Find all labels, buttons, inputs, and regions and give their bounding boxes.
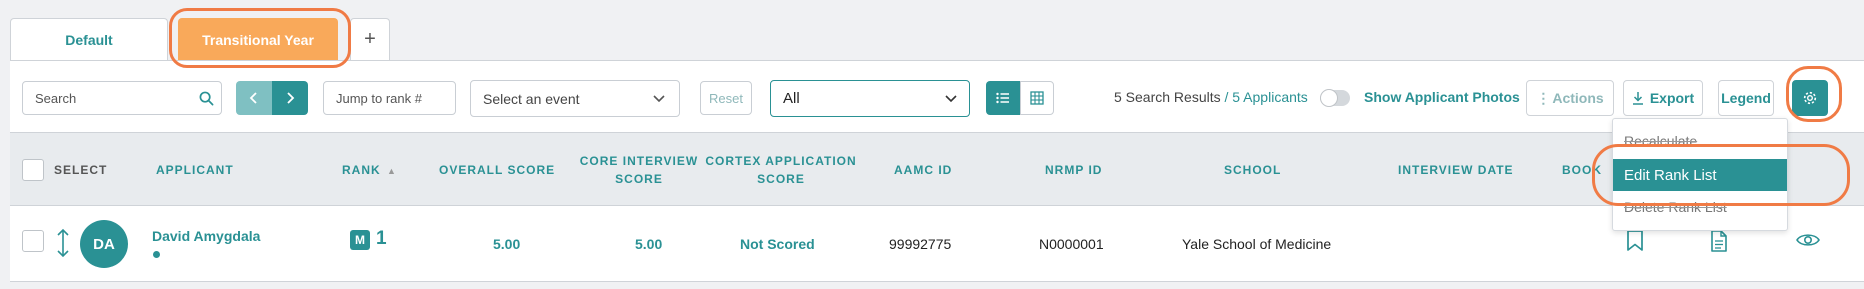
search-placeholder: Search <box>35 90 77 106</box>
select-all-checkbox[interactable] <box>22 159 44 181</box>
export-label: Export <box>1649 90 1695 106</box>
event-select[interactable]: Select an event <box>470 80 680 117</box>
previous-button[interactable] <box>236 81 272 115</box>
jump-to-rank-input[interactable]: Jump to rank # <box>323 81 456 115</box>
header-rank-label: RANK <box>342 163 381 177</box>
toolbar: Search Jump to rank # Select an event Re… <box>10 60 1864 132</box>
document-icon[interactable] <box>1710 230 1728 252</box>
reset-label: Reset <box>709 90 743 106</box>
applicant-name-link[interactable]: David Amygdala <box>152 228 260 244</box>
event-select-value: Select an event <box>483 90 580 107</box>
header-core-line2: SCORE <box>615 172 663 186</box>
chevron-down-icon <box>945 94 957 102</box>
gear-icon <box>1803 91 1817 105</box>
overall-score-value: 5.00 <box>493 236 521 252</box>
settings-button[interactable] <box>1792 80 1828 116</box>
show-photos-label[interactable]: Show Applicant Photos <box>1364 89 1520 105</box>
filter-select-value: All <box>783 90 800 107</box>
reset-button[interactable]: Reset <box>700 81 752 115</box>
drag-handle-icon[interactable] <box>56 228 70 258</box>
rank-value: 1 <box>376 228 387 249</box>
chevron-left-icon <box>249 92 257 104</box>
actions-button[interactable]: ⋮ Actions <box>1526 80 1614 116</box>
toggle-knob <box>1320 89 1338 107</box>
header-rank[interactable]: RANK ▲ <box>342 161 397 180</box>
header-book: BOOK <box>1562 163 1602 177</box>
tab-bar: Default Transitional Year + <box>0 0 1864 62</box>
header-core-interview-score: CORE INTERVIEW SCORE <box>570 152 708 188</box>
rank-match-badge: M <box>350 230 370 250</box>
menu-item-edit-rank-list[interactable]: Edit Rank List <box>1613 159 1787 191</box>
header-cortex-application-score: CORTEX APPLICATION SCORE <box>696 152 866 188</box>
header-overall-score: OVERALL SCORE <box>439 163 556 177</box>
settings-dropdown-menu: Recalculate Edit Rank List Delete Rank L… <box>1612 118 1788 231</box>
sort-asc-icon: ▲ <box>387 166 397 176</box>
search-icon[interactable] <box>191 91 221 106</box>
next-button[interactable] <box>272 81 308 115</box>
table-header: SELECT APPLICANT RANK ▲ OVERALL SCORE CO… <box>10 132 1864 206</box>
chevron-down-icon <box>653 94 665 102</box>
list-icon <box>996 92 1009 104</box>
bookmark-icon[interactable] <box>1626 230 1644 252</box>
header-aamc-id: AAMC ID <box>894 163 953 177</box>
results-text: 5 Search Results <box>1114 89 1221 105</box>
legend-button[interactable]: Legend <box>1718 80 1774 116</box>
header-core-line1: CORE INTERVIEW <box>579 154 699 168</box>
export-button[interactable]: Export <box>1623 80 1703 116</box>
tab-default[interactable]: Default <box>10 18 168 60</box>
header-applicant: APPLICANT <box>156 163 234 177</box>
applicants-count: / 5 Applicants <box>1220 89 1308 105</box>
chevron-right-icon <box>287 92 295 104</box>
search-input[interactable]: Search <box>22 81 222 115</box>
header-select: SELECT <box>54 163 108 177</box>
jump-to-rank-placeholder: Jump to rank # <box>336 90 422 106</box>
download-icon <box>1632 92 1643 105</box>
show-photos-toggle[interactable] <box>1320 89 1350 107</box>
school-value: Yale School of Medicine <box>1182 236 1332 252</box>
header-cortex-line1: CORTEX APPLICATION <box>705 154 857 168</box>
menu-item-recalculate[interactable]: Recalculate <box>1613 125 1787 157</box>
grid-view-button[interactable] <box>1020 81 1054 115</box>
vertical-dots-icon: ⋮ <box>1536 89 1551 106</box>
core-interview-score-value: 5.00 <box>635 236 663 252</box>
actions-label: Actions <box>1552 90 1604 106</box>
list-view-button[interactable] <box>986 81 1020 115</box>
grid-icon <box>1030 91 1044 105</box>
header-school: SCHOOL <box>1224 163 1282 177</box>
menu-item-delete-rank-list[interactable]: Delete Rank List <box>1613 191 1787 223</box>
aamc-id-value: 99992775 <box>889 236 952 252</box>
eye-icon[interactable] <box>1796 232 1820 248</box>
tab-transitional-year[interactable]: Transitional Year <box>178 18 338 60</box>
add-tab-button[interactable]: + <box>350 18 390 60</box>
cortex-score-value[interactable]: Not Scored <box>740 236 815 252</box>
status-dot <box>153 251 160 258</box>
search-results-count: 5 Search Results / 5 Applicants <box>1114 89 1308 105</box>
header-interview-date: INTERVIEW DATE <box>1398 163 1514 177</box>
header-cortex-line2: SCORE <box>757 172 805 186</box>
avatar: DA <box>80 220 128 268</box>
filter-select[interactable]: All <box>770 80 970 117</box>
row-checkbox[interactable] <box>22 230 44 252</box>
table-row[interactable]: DA David Amygdala M 1 5.00 5.00 Not Scor… <box>10 206 1864 282</box>
header-nrmp-id: NRMP ID <box>1045 163 1103 177</box>
nrmp-id-value: N0000001 <box>1039 236 1104 252</box>
